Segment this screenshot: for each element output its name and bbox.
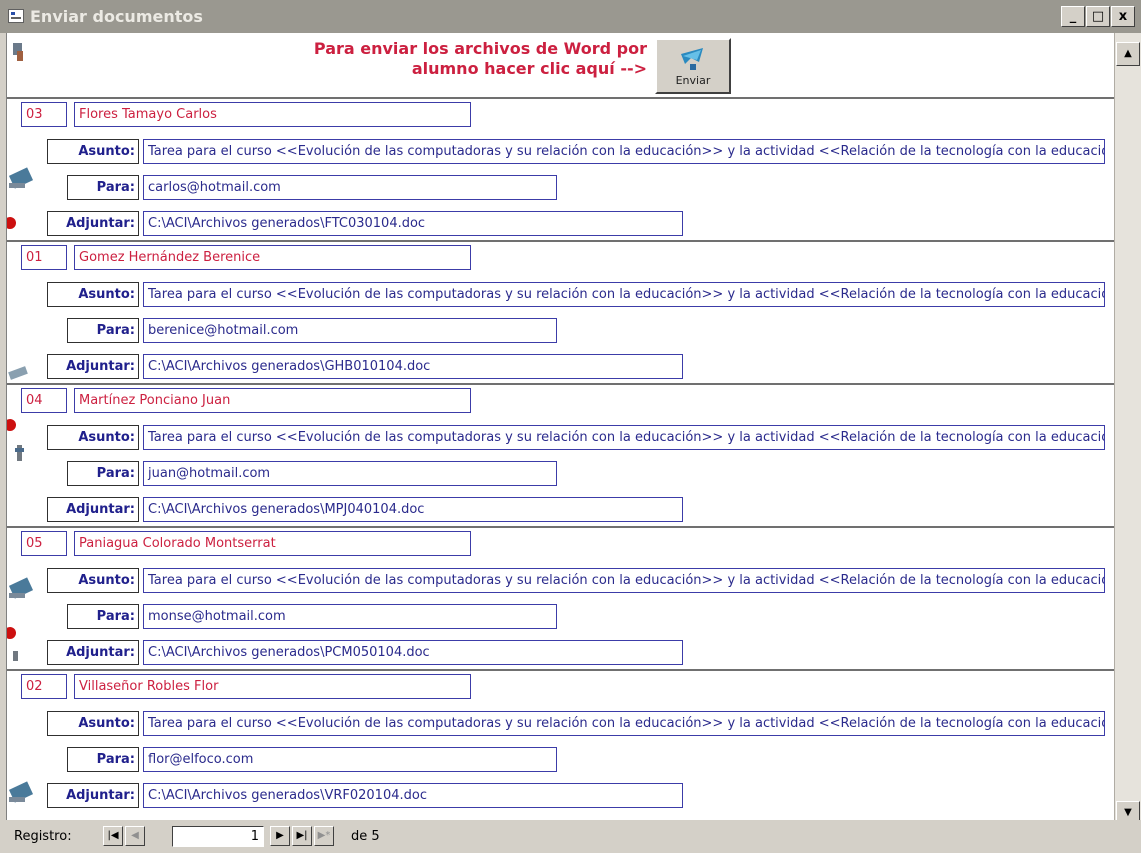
adjuntar-label: Adjuntar: — [47, 211, 139, 236]
send-instruction: Para enviar los archivos de Word por alu… — [247, 39, 647, 79]
maximize-button[interactable]: □ — [1086, 6, 1110, 27]
asunto-label: Asunto: — [47, 282, 139, 307]
record-total: de 5 — [351, 829, 380, 844]
student-number-field[interactable]: 03 — [21, 102, 67, 127]
previous-record-button[interactable]: ◀ — [125, 826, 145, 846]
minimize-button[interactable]: _ — [1061, 6, 1085, 27]
record-divider — [7, 669, 1114, 671]
para-field[interactable]: monse@hotmail.com — [143, 604, 557, 629]
student-name-field[interactable]: Martínez Ponciano Juan — [74, 388, 471, 413]
title-bar[interactable]: Enviar documentos _ □ x — [0, 0, 1141, 33]
para-label: Para: — [67, 604, 139, 629]
scroll-up-button[interactable]: ▲ — [1116, 42, 1140, 66]
para-field[interactable]: carlos@hotmail.com — [143, 175, 557, 200]
form-header: Para enviar los archivos de Word por alu… — [7, 33, 1114, 97]
new-record-button[interactable]: ▶* — [314, 826, 334, 846]
record-divider — [7, 240, 1114, 242]
para-label: Para: — [67, 318, 139, 343]
adjuntar-label: Adjuntar: — [47, 497, 139, 522]
student-number-field[interactable]: 05 — [21, 531, 67, 556]
record-navigation-bar: Registro: |◀ ◀ 1 ▶ ▶| ▶* de 5 — [6, 820, 1141, 853]
last-record-icon: ▶| — [296, 830, 308, 841]
student-name-field[interactable]: Villaseñor Robles Flor — [74, 674, 471, 699]
asunto-field[interactable]: Tarea para el curso <<Evolución de las c… — [143, 282, 1105, 307]
student-number-field[interactable]: 04 — [21, 388, 67, 413]
asunto-label: Asunto: — [47, 711, 139, 736]
close-button[interactable]: x — [1111, 6, 1135, 27]
send-instruction-line2: alumno hacer clic aquí --> — [411, 59, 647, 78]
record-divider — [7, 383, 1114, 385]
record-section: 01 Gomez Hernández Berenice Asunto: Tare… — [7, 240, 1114, 383]
next-record-button[interactable]: ▶ — [270, 826, 290, 846]
current-record-input[interactable]: 1 — [172, 826, 264, 847]
adjuntar-field[interactable]: C:\ACI\Archivos generados\FTC030104.doc — [143, 211, 683, 236]
record-label: Registro: — [14, 829, 72, 844]
vertical-scrollbar[interactable]: ▲ ▼ — [1114, 33, 1141, 825]
record-divider — [7, 526, 1114, 528]
first-record-button[interactable]: |◀ — [103, 826, 123, 846]
send-button[interactable]: Enviar — [655, 38, 731, 94]
asunto-field[interactable]: Tarea para el curso <<Evolución de las c… — [143, 568, 1105, 593]
new-record-icon: ▶* — [317, 830, 331, 841]
student-number-field[interactable]: 01 — [21, 245, 67, 270]
record-section: 04 Martínez Ponciano Juan Asunto: Tarea … — [7, 383, 1114, 526]
asunto-label: Asunto: — [47, 139, 139, 164]
para-label: Para: — [67, 461, 139, 486]
form-content: Para enviar los archivos de Word por alu… — [6, 33, 1114, 820]
adjuntar-label: Adjuntar: — [47, 354, 139, 379]
asunto-field[interactable]: Tarea para el curso <<Evolución de las c… — [143, 139, 1105, 164]
next-record-icon: ▶ — [276, 830, 284, 841]
send-button-label: Enviar — [675, 74, 711, 87]
window-title: Enviar documentos — [30, 7, 203, 26]
adjuntar-label: Adjuntar: — [47, 783, 139, 808]
asunto-label: Asunto: — [47, 425, 139, 450]
para-field[interactable]: berenice@hotmail.com — [143, 318, 557, 343]
asunto-field[interactable]: Tarea para el curso <<Evolución de las c… — [143, 425, 1105, 450]
student-name-field[interactable]: Paniagua Colorado Montserrat — [74, 531, 471, 556]
form-icon — [8, 9, 24, 23]
send-instruction-line1: Para enviar los archivos de Word por — [313, 39, 647, 58]
para-label: Para: — [67, 747, 139, 772]
asunto-field[interactable]: Tarea para el curso <<Evolución de las c… — [143, 711, 1105, 736]
adjuntar-label: Adjuntar: — [47, 640, 139, 665]
first-record-icon: |◀ — [107, 830, 119, 841]
record-section: 03 Flores Tamayo Carlos Asunto: Tarea pa… — [7, 97, 1114, 240]
student-name-field[interactable]: Flores Tamayo Carlos — [74, 102, 471, 127]
para-field[interactable]: juan@hotmail.com — [143, 461, 557, 486]
last-record-button[interactable]: ▶| — [292, 826, 312, 846]
para-label: Para: — [67, 175, 139, 200]
adjuntar-field[interactable]: C:\ACI\Archivos generados\PCM050104.doc — [143, 640, 683, 665]
adjuntar-field[interactable]: C:\ACI\Archivos generados\VRF020104.doc — [143, 783, 683, 808]
adjuntar-field[interactable]: C:\ACI\Archivos generados\GHB010104.doc — [143, 354, 683, 379]
para-field[interactable]: flor@elfoco.com — [143, 747, 557, 772]
asunto-label: Asunto: — [47, 568, 139, 593]
previous-record-icon: ◀ — [131, 830, 139, 841]
record-section: 05 Paniagua Colorado Montserrat Asunto: … — [7, 526, 1114, 669]
student-number-field[interactable]: 02 — [21, 674, 67, 699]
adjuntar-field[interactable]: C:\ACI\Archivos generados\MPJ040104.doc — [143, 497, 683, 522]
record-section: 02 Villaseñor Robles Flor Asunto: Tarea … — [7, 669, 1114, 812]
record-divider — [7, 97, 1114, 99]
student-name-field[interactable]: Gomez Hernández Berenice — [74, 245, 471, 270]
access-form-window: Enviar documentos _ □ x Para enviar los … — [0, 0, 1141, 853]
send-icon — [681, 48, 703, 70]
